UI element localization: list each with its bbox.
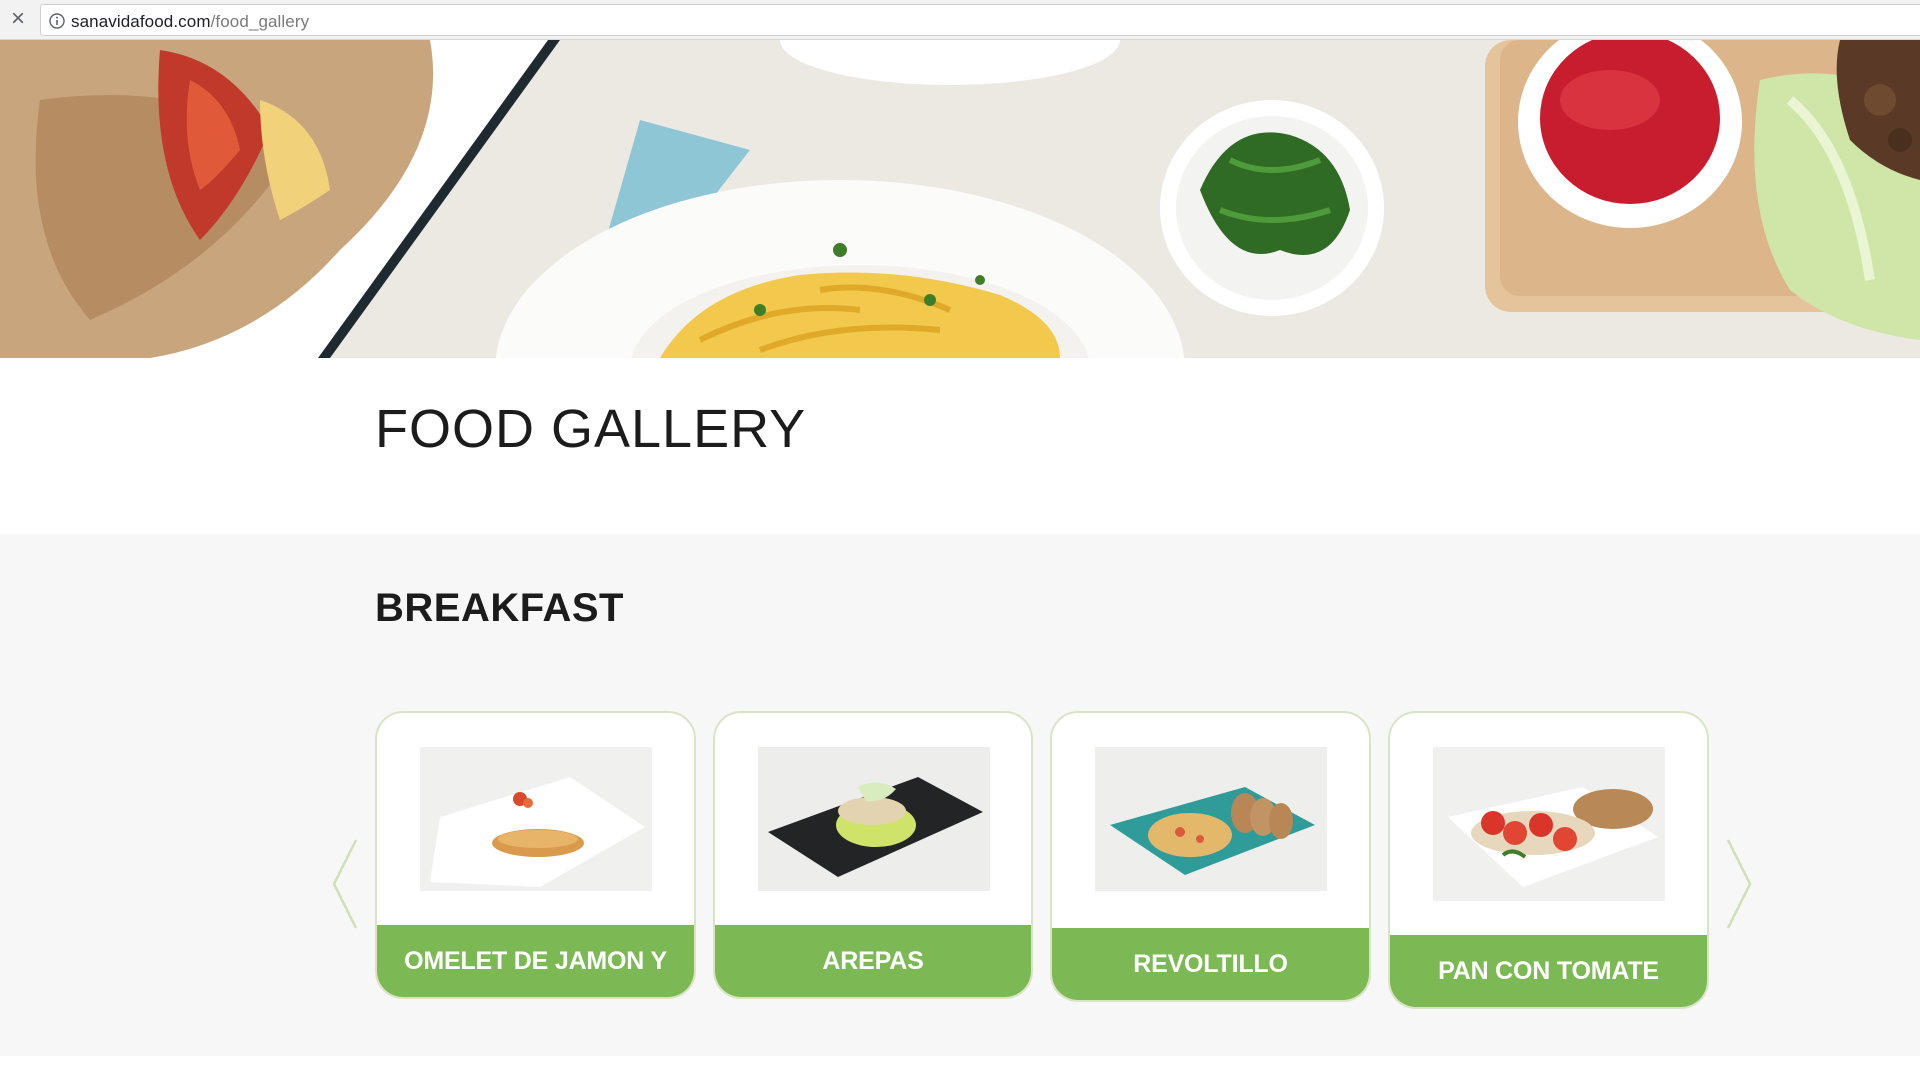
hero-banner — [0, 40, 1920, 358]
dish-photo — [1095, 747, 1327, 891]
url-domain: sanavidafood.com — [71, 12, 211, 31]
gallery-card-revoltillo[interactable]: REVOLTILLO — [1050, 711, 1371, 1002]
info-icon[interactable] — [49, 13, 65, 29]
dish-photo — [758, 747, 990, 891]
browser-address-bar: × sanavidafood.com/food_gallery — [0, 0, 1920, 40]
chevron-left-icon[interactable] — [326, 834, 362, 934]
breakfast-section: BREAKFAST OMELET DE JAMON Y AREPAS REVOL… — [0, 534, 1920, 1056]
gallery-card-pan-con-tomate[interactable]: PAN CON TOMATE — [1388, 711, 1709, 1009]
hero-food-photo — [0, 40, 1920, 358]
url-field[interactable]: sanavidafood.com/food_gallery — [40, 4, 1920, 36]
url-path: /food_gallery — [210, 12, 310, 31]
card-label: OMELET DE JAMON Y — [377, 925, 694, 997]
card-label: PAN CON TOMATE — [1390, 935, 1707, 1007]
gallery-card-arepas[interactable]: AREPAS — [713, 711, 1033, 999]
chevron-right-icon[interactable] — [1722, 834, 1758, 934]
page-title: FOOD GALLERY — [375, 399, 807, 459]
card-label: AREPAS — [715, 925, 1031, 997]
card-label: REVOLTILLO — [1052, 928, 1369, 1000]
section-title: BREAKFAST — [375, 586, 624, 630]
close-icon[interactable]: × — [6, 6, 30, 32]
url-text: sanavidafood.com/food_gallery — [71, 12, 309, 32]
dish-photo — [1433, 747, 1665, 901]
gallery-card-omelet[interactable]: OMELET DE JAMON Y — [375, 711, 696, 999]
dish-photo — [420, 747, 652, 891]
